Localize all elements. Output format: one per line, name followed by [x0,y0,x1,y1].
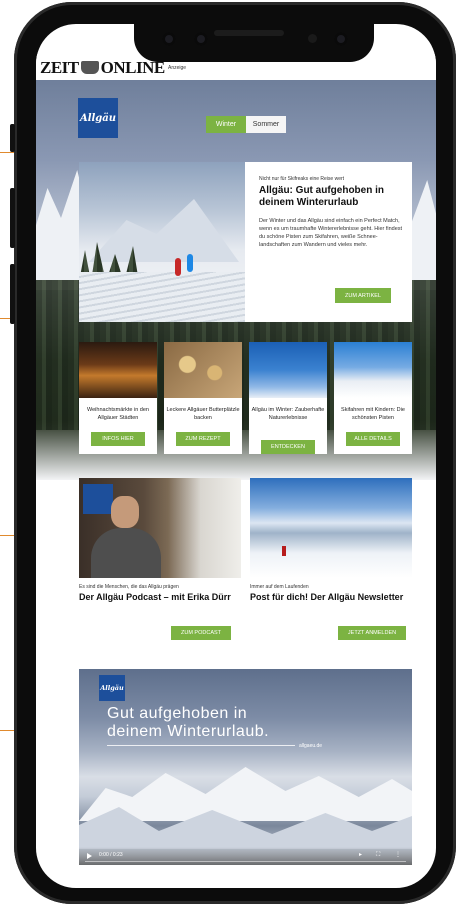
logo-left-text: ZEIT [40,58,79,77]
card-weihnachtsmaerkte: Weihnachtsmärkte in den Allgäuer Städten… [79,342,157,454]
mute-switch [10,124,15,152]
card-image[interactable] [334,342,412,398]
callout-line [0,152,14,153]
fullscreen-icon[interactable]: ⛶ [376,852,380,859]
feature-text: Nicht nur für Skifreaks eine Reise wert … [259,176,404,249]
newsletter-image[interactable] [250,478,412,578]
feature-title[interactable]: Allgäu: Gut aufgehoben in deinem Winteru… [259,185,404,209]
person-body [91,528,161,578]
video-allgaeu-logo: Allgäu [99,675,125,701]
skier-figure [175,258,181,276]
card-caption: Leckere Allgäuer Butterplätzle backen [166,407,240,421]
headline-underline [107,745,295,746]
card-image[interactable] [164,342,242,398]
camera-icon [334,32,348,46]
video-url: allgaeu.de [299,743,323,749]
video-logo-text: Allgäu [100,684,124,692]
feature-body: Der Winter und das Allgäu sind einfach e… [259,218,403,248]
video-player[interactable]: Allgäu Gut aufgehoben in deinem Winterur… [79,669,412,865]
speaker-grille [214,30,284,36]
mountain-range [79,767,412,821]
allgaeu-sign [83,484,113,514]
allgaeu-logo[interactable]: Allgäu [78,98,118,138]
allgaeu-logo-text: Allgäu [79,112,117,124]
ad-label: Anzeige [168,65,187,71]
person-face [111,496,139,528]
jetzt-anmelden-button[interactable]: JETZT ANMELDEN [338,626,406,640]
podcast-title[interactable]: Der Allgäu Podcast – mit Erika Dürr [79,592,241,603]
crest-icon [80,61,99,74]
video-time: 0:00 / 0:23 [99,852,123,858]
toggle-winter[interactable]: Winter [206,116,246,133]
phone-frame: ZEITONLINE Anzeige Allgäu Winter Sommer [10,2,456,904]
card-caption: Weihnachtsmärkte in den Allgäuer Städten [87,407,149,421]
card-butterplaetzle: Leckere Allgäuer Butterplätzle backen ZU… [164,342,242,454]
card-caption: Skifahren mit Kindern: Die schönsten Pis… [341,407,405,421]
camera-icon [162,32,176,46]
phone-notch [134,24,374,62]
volume-icon[interactable]: ▸ [359,852,362,859]
feature-kicker: Nicht nur für Skifreaks eine Reise wert [259,176,345,182]
phone-screen: ZEITONLINE Anzeige Allgäu Winter Sommer [36,24,436,888]
feature-card: Nicht nur für Skifreaks eine Reise wert … [79,162,412,322]
video-progress-bar[interactable] [85,861,406,862]
volume-down-button [10,264,15,324]
camera-icon [194,32,208,46]
hiker-figure [282,546,286,556]
infos-hier-button[interactable]: INFOS HIER [91,432,145,446]
ski-tracks [79,272,245,322]
more-options-icon[interactable]: ⋮ [395,852,401,859]
toggle-sommer[interactable]: Sommer [246,116,286,133]
card-caption: Allgäu im Winter: Zauberhafte Naturerleb… [251,407,325,421]
callout-line [0,730,14,731]
alle-details-button[interactable]: ALLE DETAILS [346,432,400,446]
card-allgaeu-im-winter: Allgäu im Winter: Zauberhafte Naturerleb… [249,342,327,454]
card-image[interactable] [79,342,157,398]
season-toggle[interactable]: Winter Sommer [206,116,286,133]
mountain-shape [89,199,239,262]
entdecken-button[interactable]: ENTDECKEN [261,440,315,454]
sensor-icon [308,34,317,43]
card-image[interactable] [249,342,327,398]
card-skifahren-kinder: Skifahren mit Kindern: Die schönsten Pis… [334,342,412,454]
podcast-kicker: Es sind die Menschen, die das Allgäu prä… [79,584,179,590]
zum-artikel-button[interactable]: ZUM ARTIKEL [335,288,391,303]
zeit-online-logo[interactable]: ZEIT ONLINE [40,58,165,78]
play-icon[interactable] [87,853,92,859]
feature-image[interactable] [79,162,245,322]
video-controls: 0:00 / 0:23 ▸ ⛶ ⋮ [79,847,412,865]
newsletter-kicker: Immer auf dem Laufenden [250,584,309,590]
skier-figure [187,254,193,272]
callout-line [0,535,14,536]
volume-up-button [10,188,15,248]
podcast-image[interactable] [79,478,241,578]
zum-rezept-button[interactable]: ZUM REZEPT [176,432,230,446]
video-headline: Gut aufgehoben in deinem Winterurlaub. [107,705,270,740]
newsletter-title[interactable]: Post für dich! Der Allgäu Newsletter [250,592,412,603]
zum-podcast-button[interactable]: ZUM PODCAST [171,626,231,640]
